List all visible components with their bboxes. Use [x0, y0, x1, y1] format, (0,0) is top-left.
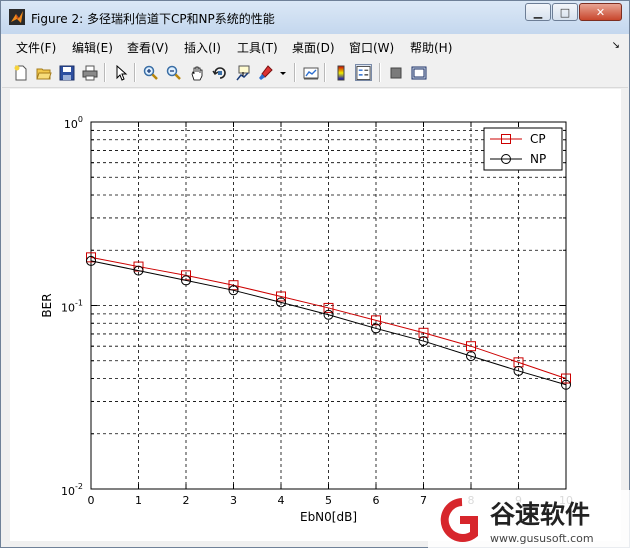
menu-help[interactable]: 帮助(H) — [410, 39, 452, 56]
legend-icon[interactable] — [355, 64, 372, 81]
brush-icon[interactable] — [257, 64, 274, 81]
y-tick-label: 10-1 — [61, 299, 83, 315]
x-tick-label: 7 — [420, 494, 427, 507]
toolbar-separator — [324, 63, 326, 82]
rotate-icon[interactable] — [211, 64, 228, 81]
title-bar[interactable]: Figure 2: 多径瑞利信道下CP和NP系统的性能 ▁ □ ✕ — [1, 1, 629, 34]
toolbar-separator — [134, 63, 136, 82]
save-icon[interactable] — [58, 64, 75, 81]
menu-insert[interactable]: 插入(I) — [184, 39, 221, 56]
close-icon: ✕ — [595, 5, 606, 19]
toolbar-separator — [379, 63, 381, 82]
figure-window: Figure 2: 多径瑞利信道下CP和NP系统的性能 ▁ □ ✕ 文件(F) … — [0, 0, 630, 548]
legend-label-cp: CP — [530, 132, 546, 146]
brush-dropdown-icon[interactable] — [278, 64, 288, 81]
print-icon[interactable] — [81, 64, 98, 81]
colorbar-icon[interactable] — [332, 64, 349, 81]
maximize-button[interactable]: □ — [552, 3, 578, 21]
y-tick-label: 100 — [64, 115, 83, 131]
minimize-button[interactable]: ▁ — [525, 3, 551, 21]
menu-desktop[interactable]: 桌面(D) — [292, 39, 335, 56]
x-tick-label: 1 — [135, 494, 142, 507]
ber-plot[interactable]: 01234567891010-210-1100EbN0[dB]BERCPNP — [10, 89, 621, 541]
zoom-in-icon[interactable] — [142, 64, 159, 81]
menu-view[interactable]: 查看(V) — [127, 39, 169, 56]
menu-file[interactable]: 文件(F) — [16, 39, 56, 56]
x-tick-label: 0 — [88, 494, 95, 507]
x-tick-label: 4 — [278, 494, 285, 507]
link-plot-icon[interactable] — [302, 64, 319, 81]
pan-icon[interactable] — [188, 64, 205, 81]
window-controls: ▁ □ ✕ — [524, 3, 622, 21]
minimize-icon: ▁ — [533, 5, 543, 19]
maximize-icon: □ — [559, 5, 571, 19]
open-file-icon[interactable] — [35, 64, 52, 81]
x-axis-label: EbN0[dB] — [300, 510, 357, 524]
toolbar-separator — [294, 63, 296, 82]
zoom-out-icon[interactable] — [165, 64, 182, 81]
x-tick-label: 2 — [183, 494, 190, 507]
y-tick-label: 10-2 — [61, 482, 83, 498]
pointer-icon[interactable] — [112, 64, 129, 81]
legend-label-np: NP — [530, 152, 546, 166]
matlab-logo-icon — [9, 9, 25, 25]
x-tick-label: 6 — [373, 494, 380, 507]
menu-edit[interactable]: 编辑(E) — [72, 39, 113, 56]
data-cursor-icon[interactable] — [234, 64, 251, 81]
close-button[interactable]: ✕ — [579, 3, 622, 21]
gusu-logo-icon: 谷速软件 www.gususoft.com — [428, 490, 630, 548]
watermark-url: www.gususoft.com — [490, 532, 594, 545]
x-tick-label: 3 — [230, 494, 237, 507]
figure-canvas: 01234567891010-210-1100EbN0[dB]BERCPNP — [10, 89, 621, 541]
watermark-brand: 谷速软件 — [490, 500, 590, 529]
menu-bar: 文件(F) 编辑(E) 查看(V) 插入(I) 工具(T) 桌面(D) 窗口(W… — [2, 35, 628, 57]
figure-toolbar — [2, 58, 628, 88]
menu-window[interactable]: 窗口(W) — [349, 39, 394, 56]
new-figure-icon[interactable] — [12, 64, 29, 81]
window-title: Figure 2: 多径瑞利信道下CP和NP系统的性能 — [31, 12, 275, 26]
legend-box — [483, 127, 563, 171]
watermark: 谷速软件 www.gususoft.com — [428, 490, 630, 548]
hide-plot-tools-icon[interactable] — [387, 64, 404, 81]
toolbar-separator — [104, 63, 106, 82]
menu-tools[interactable]: 工具(T) — [237, 39, 278, 56]
x-tick-label: 5 — [325, 494, 332, 507]
dock-arrow-icon[interactable]: ↘ — [612, 40, 620, 51]
show-plot-tools-icon[interactable] — [410, 64, 427, 81]
y-axis-label: BER — [40, 293, 54, 317]
